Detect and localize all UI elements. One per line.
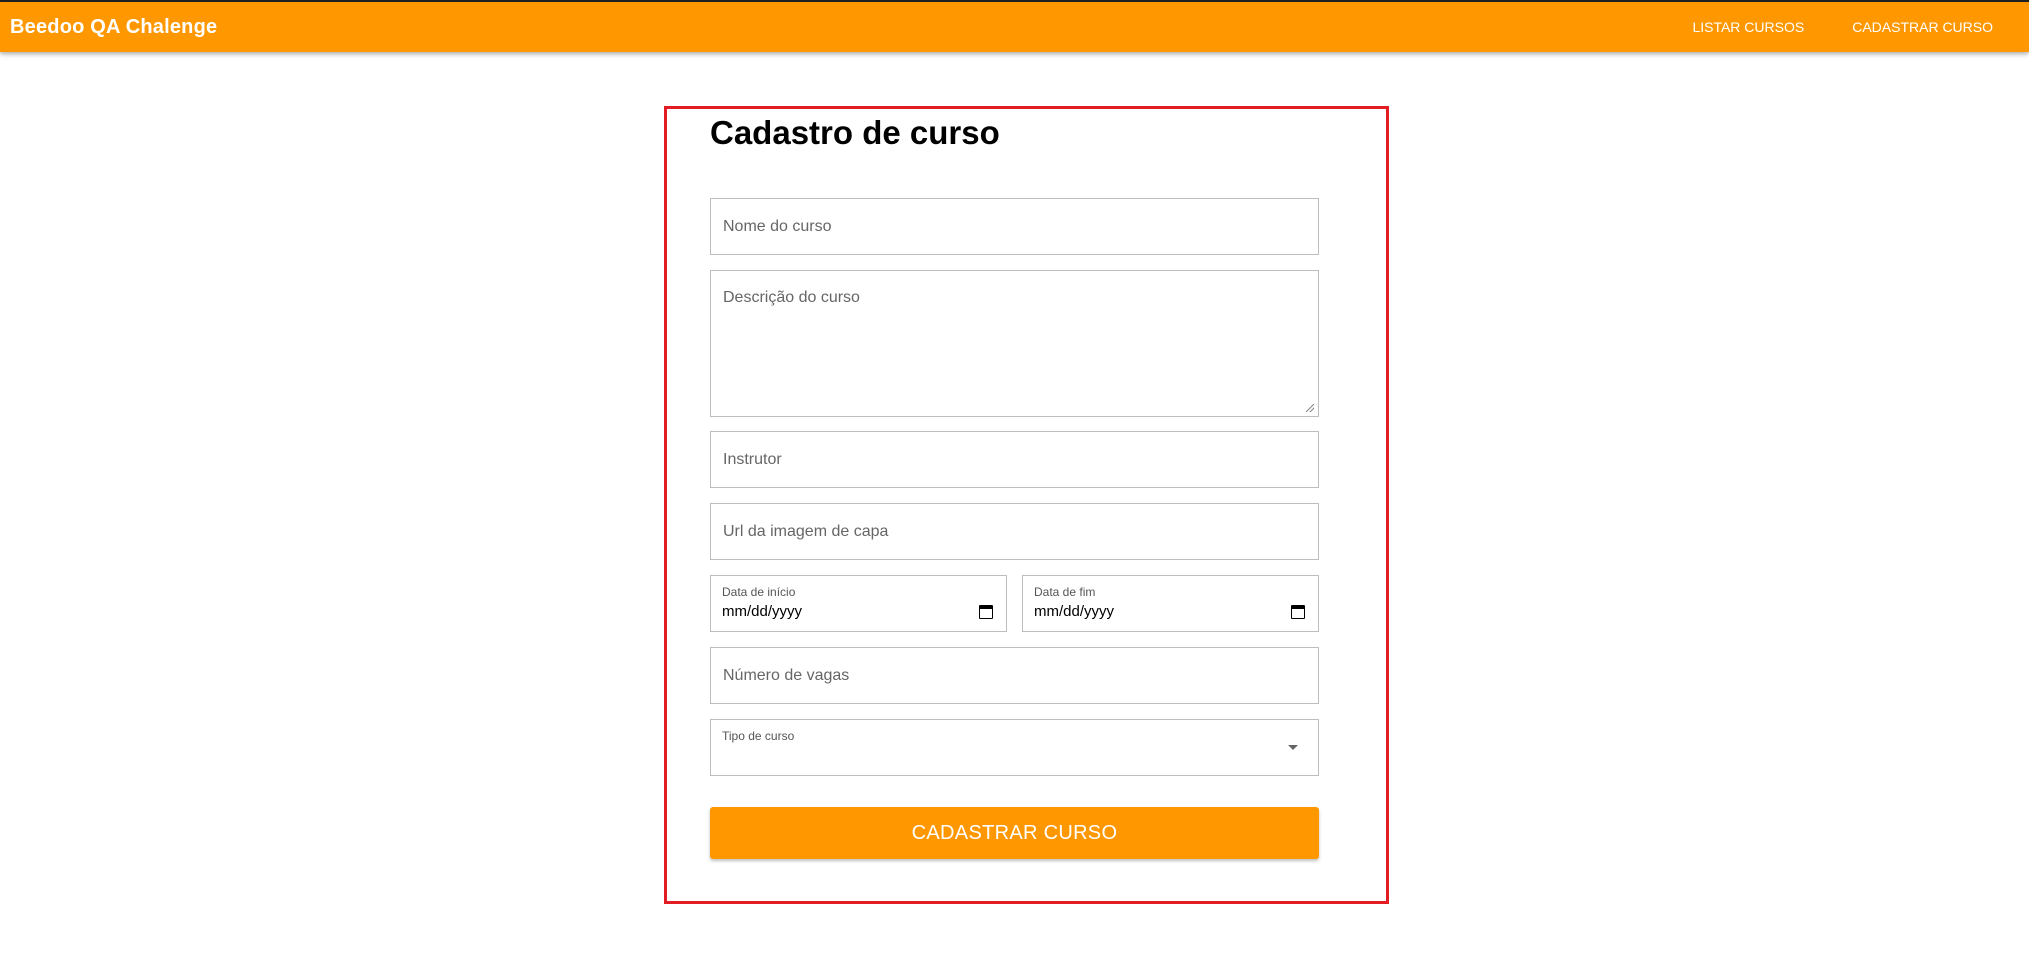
instructor-field (710, 431, 1319, 488)
resize-handle-icon[interactable] (1306, 404, 1314, 412)
end-date-field[interactable]: Data de fim mm/dd/yyyy (1022, 575, 1319, 632)
start-date-label: Data de início (722, 585, 796, 599)
course-type-label: Tipo de curso (722, 729, 795, 743)
cover-url-input[interactable] (711, 504, 1318, 559)
course-name-field (710, 198, 1319, 255)
app-bar: Beedoo QA Chalenge LISTAR CURSOS CADASTR… (0, 2, 2029, 52)
end-date-label: Data de fim (1034, 585, 1096, 599)
chevron-down-icon[interactable] (1288, 745, 1298, 750)
course-description-field (710, 270, 1319, 417)
nav-listar-cursos-button[interactable]: LISTAR CURSOS (1668, 2, 1828, 52)
course-name-input[interactable] (711, 199, 1318, 254)
page-title: Cadastro de curso (710, 114, 1000, 151)
start-date-input[interactable]: mm/dd/yyyy (722, 603, 802, 620)
calendar-icon[interactable] (979, 605, 993, 619)
nav-cadastrar-curso-button[interactable]: CADASTRAR CURSO (1828, 2, 2017, 52)
course-description-textarea[interactable] (711, 271, 1318, 414)
start-date-field[interactable]: Data de início mm/dd/yyyy (710, 575, 1007, 632)
seats-input[interactable] (711, 648, 1318, 703)
cover-url-field (710, 503, 1319, 560)
seats-field (710, 647, 1319, 704)
submit-course-button[interactable]: CADASTRAR CURSO (710, 807, 1319, 859)
course-type-select[interactable]: Tipo de curso (710, 719, 1319, 776)
end-date-input[interactable]: mm/dd/yyyy (1034, 603, 1114, 620)
app-title: Beedoo QA Chalenge (10, 15, 218, 38)
top-nav: LISTAR CURSOS CADASTRAR CURSO (1668, 2, 2017, 52)
instructor-input[interactable] (711, 432, 1318, 487)
calendar-icon[interactable] (1291, 605, 1305, 619)
